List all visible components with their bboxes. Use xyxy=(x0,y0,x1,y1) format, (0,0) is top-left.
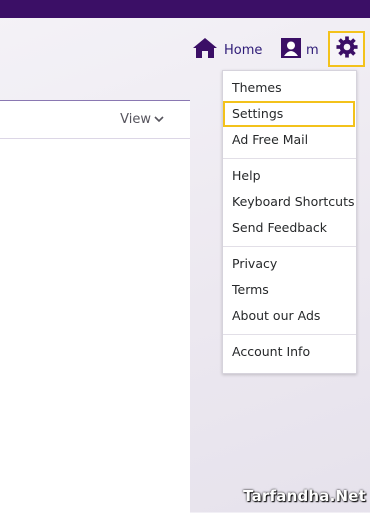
menu-group: Help Keyboard Shortcuts Send Feedback xyxy=(223,159,356,247)
profile-name: m xyxy=(306,42,319,58)
home-link[interactable]: Home xyxy=(192,36,262,64)
menu-item-privacy[interactable]: Privacy xyxy=(223,251,356,277)
menu-item-settings[interactable]: Settings xyxy=(223,101,355,127)
menu-group: Themes Settings Ad Free Mail xyxy=(223,71,356,159)
menu-item-about-our-ads[interactable]: About our Ads xyxy=(223,303,356,329)
chevron-down-icon xyxy=(151,112,164,127)
home-label: Home xyxy=(224,42,263,58)
panel-toolbar: View xyxy=(0,101,190,139)
settings-gear-button[interactable] xyxy=(328,31,365,67)
menu-item-themes[interactable]: Themes xyxy=(223,75,356,101)
settings-menu: Themes Settings Ad Free Mail Help Keyboa… xyxy=(222,70,357,374)
menu-item-account-info[interactable]: Account Info xyxy=(223,339,356,365)
menu-group: Account Info xyxy=(223,335,356,373)
home-icon xyxy=(192,37,218,63)
menu-item-ad-free-mail[interactable]: Ad Free Mail xyxy=(223,127,356,153)
header-nav: Home m xyxy=(0,36,370,64)
view-dropdown[interactable]: View xyxy=(120,112,164,127)
top-bar xyxy=(0,0,370,18)
menu-group: Privacy Terms About our Ads xyxy=(223,247,356,335)
gear-icon xyxy=(335,36,358,62)
watermark: Tarfandha.Net xyxy=(243,487,366,505)
menu-item-terms[interactable]: Terms xyxy=(223,277,356,303)
profile-link[interactable]: m xyxy=(281,36,319,64)
menu-item-send-feedback[interactable]: Send Feedback xyxy=(223,215,356,241)
content-panel: View xyxy=(0,100,190,513)
menu-item-help[interactable]: Help xyxy=(223,163,356,189)
view-label: View xyxy=(120,112,151,127)
menu-item-keyboard-shortcuts[interactable]: Keyboard Shortcuts xyxy=(223,189,356,215)
profile-icon xyxy=(281,38,301,62)
